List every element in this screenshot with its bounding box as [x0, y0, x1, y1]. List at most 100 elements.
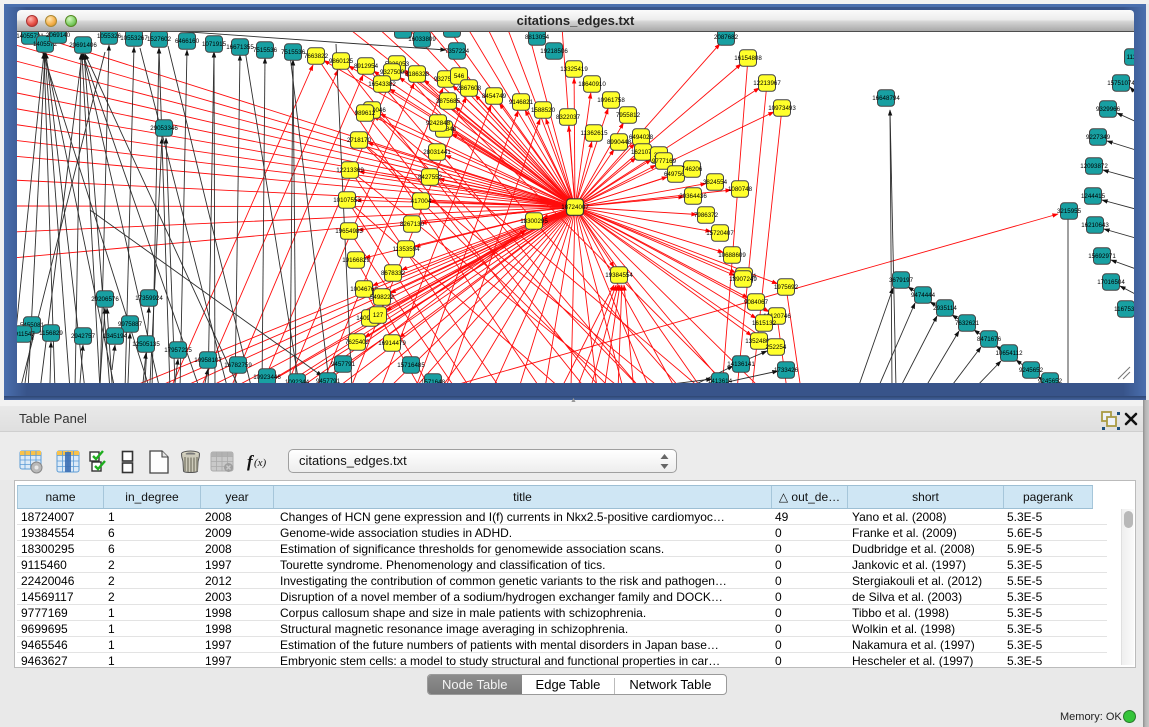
svg-text:12213369: 12213369 — [336, 167, 364, 174]
svg-text:3824554: 3824554 — [703, 179, 728, 186]
svg-text:127: 127 — [373, 312, 384, 319]
svg-text:6466160: 6466160 — [175, 38, 200, 45]
svg-text:10923446: 10923446 — [253, 374, 281, 381]
svg-text:5498222: 5498222 — [370, 294, 395, 301]
svg-text:18640910: 18640910 — [578, 81, 606, 88]
svg-text:9975887: 9975887 — [118, 321, 143, 328]
svg-text:8813054: 8813054 — [440, 32, 465, 33]
svg-text:29053346: 29053346 — [150, 125, 178, 132]
svg-text:8912954: 8912954 — [354, 63, 379, 70]
svg-text:19654983: 19654983 — [335, 228, 363, 235]
svg-text:3911547: 3911547 — [17, 331, 35, 338]
svg-text:7515536: 7515536 — [281, 49, 306, 56]
svg-text:417004: 417004 — [411, 198, 432, 205]
svg-text:1571648: 1571648 — [421, 379, 446, 383]
svg-text:9457791: 9457791 — [331, 361, 356, 368]
svg-text:9327500: 9327500 — [380, 69, 405, 76]
svg-text:1345194: 1345194 — [103, 333, 128, 340]
svg-text:20206576: 20206576 — [91, 296, 119, 303]
svg-text:8267130: 8267130 — [400, 221, 425, 228]
svg-text:12213967: 12213967 — [753, 80, 781, 87]
svg-text:9777169: 9777169 — [652, 158, 677, 165]
svg-text:2942757: 2942757 — [71, 333, 96, 340]
svg-text:1733426: 1733426 — [774, 367, 799, 374]
svg-text:1112: 1112 — [1127, 54, 1134, 61]
svg-text:10553267: 10553267 — [120, 35, 148, 42]
svg-text:2087682: 2087682 — [714, 34, 739, 41]
svg-text:16914479: 16914479 — [378, 340, 406, 347]
svg-text:18907249: 18907249 — [729, 276, 757, 283]
svg-text:10688609: 10688609 — [718, 252, 746, 259]
svg-text:16648794: 16648794 — [872, 95, 900, 102]
svg-text:17359924: 17359924 — [135, 295, 163, 302]
svg-text:8678332: 8678332 — [381, 270, 406, 277]
svg-text:8322037: 8322037 — [556, 114, 581, 121]
svg-text:3679197: 3679197 — [889, 277, 914, 284]
svg-text:28031441: 28031441 — [423, 149, 451, 156]
svg-text:(x): (x) — [254, 457, 267, 469]
svg-text:15716485: 15716485 — [397, 362, 425, 369]
svg-text:1167533: 1167533 — [1114, 306, 1134, 313]
svg-text:13325419: 13325419 — [560, 66, 588, 73]
svg-text:546: 546 — [454, 73, 465, 80]
svg-text:10973493: 10973493 — [768, 105, 796, 112]
svg-text:14136141: 14136141 — [727, 361, 755, 368]
svg-text:746206: 746206 — [682, 166, 703, 173]
svg-text:11362615: 11362615 — [580, 130, 608, 137]
svg-text:9457791: 9457791 — [316, 378, 341, 383]
svg-text:2718170: 2718170 — [347, 137, 372, 144]
svg-text:9245652: 9245652 — [1038, 378, 1063, 383]
svg-text:16210643: 16210643 — [1081, 222, 1109, 229]
svg-text:8990448: 8990448 — [607, 139, 632, 146]
svg-text:1156829: 1156829 — [39, 330, 63, 337]
svg-text:252254: 252254 — [766, 344, 787, 351]
svg-text:9084067: 9084067 — [744, 299, 769, 306]
svg-text:19384554: 19384554 — [605, 272, 633, 279]
svg-text:1080748: 1080748 — [728, 186, 753, 193]
svg-text:12505135: 12505135 — [132, 341, 160, 348]
svg-text:7625402: 7625402 — [345, 339, 370, 346]
svg-text:989612: 989612 — [355, 110, 376, 117]
svg-text:18724007: 18724007 — [561, 204, 589, 211]
svg-text:7663822: 7663822 — [304, 53, 329, 60]
svg-text:8471676: 8471676 — [977, 336, 1002, 343]
svg-text:9329966: 9329966 — [1096, 106, 1121, 113]
svg-text:1055326: 1055326 — [97, 33, 122, 40]
svg-text:8454749: 8454749 — [482, 93, 507, 100]
svg-text:10107553: 10107553 — [333, 197, 361, 204]
svg-text:10961758: 10961758 — [597, 97, 625, 104]
svg-text:2867608: 2867608 — [457, 85, 482, 92]
svg-text:11353594: 11353594 — [392, 246, 420, 253]
svg-text:1413614: 1413614 — [708, 378, 733, 383]
svg-text:16154808: 16154808 — [734, 55, 762, 62]
svg-text:3875685: 3875685 — [436, 98, 461, 105]
svg-text:15720407: 15720407 — [706, 230, 734, 237]
svg-text:8186328: 8186328 — [405, 71, 430, 78]
svg-text:9146821: 9146821 — [509, 99, 534, 106]
svg-text:8427552: 8427552 — [418, 174, 443, 181]
svg-text:17957225: 17957225 — [164, 347, 192, 354]
svg-text:16782759: 16782759 — [224, 362, 252, 369]
svg-text:8813054: 8813054 — [525, 34, 550, 41]
svg-text:7357224: 7357224 — [445, 48, 470, 55]
svg-text:16033809: 16033809 — [408, 36, 436, 43]
svg-text:19166829: 19166829 — [342, 257, 370, 264]
svg-text:3215955: 3215955 — [1057, 208, 1082, 215]
svg-text:2935114: 2935114 — [933, 305, 957, 312]
svg-text:9860125: 9860125 — [329, 58, 354, 65]
svg-text:6494028: 6494028 — [629, 134, 654, 141]
svg-text:2069140: 2069140 — [46, 32, 71, 39]
svg-text:15692971: 15692971 — [1088, 253, 1116, 260]
svg-text:1071915: 1071915 — [202, 41, 227, 48]
svg-text:7515536: 7515536 — [253, 47, 278, 54]
svg-text:9242848: 9242848 — [426, 120, 451, 127]
svg-text:1615132: 1615132 — [752, 320, 777, 327]
svg-text:7986372: 7986372 — [694, 212, 719, 219]
svg-text:16671355: 16671355 — [226, 44, 254, 51]
svg-text:20691406: 20691406 — [69, 42, 97, 49]
svg-text:19218506: 19218506 — [540, 48, 568, 55]
svg-text:17016504: 17016504 — [1097, 279, 1125, 286]
svg-text:7955812: 7955812 — [616, 112, 641, 119]
svg-text:18300295: 18300295 — [520, 218, 548, 225]
svg-text:1975692: 1975692 — [774, 284, 799, 291]
